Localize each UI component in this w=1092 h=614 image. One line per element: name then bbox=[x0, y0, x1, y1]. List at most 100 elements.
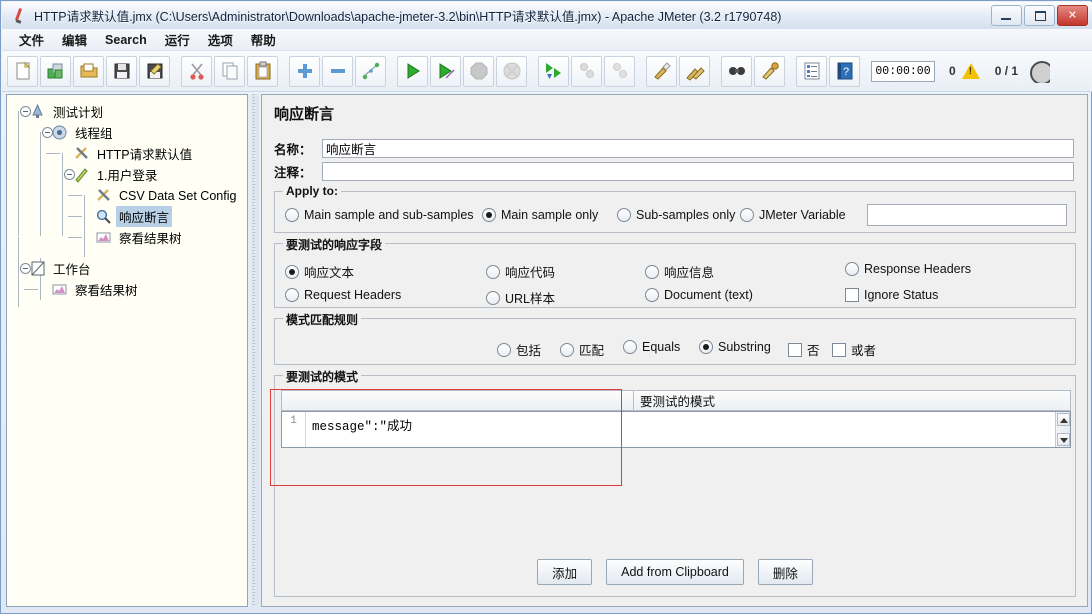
splitter-grip bbox=[252, 94, 255, 607]
radio-response-code[interactable]: 响应代码 bbox=[486, 262, 555, 281]
radio-substring[interactable]: Substring bbox=[699, 340, 771, 354]
menu-item-help[interactable]: 帮助 bbox=[242, 28, 285, 51]
shutdown-button[interactable] bbox=[496, 56, 527, 87]
close-button[interactable]: ✕ bbox=[1057, 5, 1088, 26]
radio-response-text[interactable]: 响应文本 bbox=[285, 262, 354, 281]
radio-matches[interactable]: 匹配 bbox=[560, 340, 604, 359]
templates-button[interactable] bbox=[40, 56, 71, 87]
help-button[interactable]: ? bbox=[829, 56, 860, 87]
tree-node-http-defaults[interactable]: HTTP请求默认值 bbox=[13, 143, 247, 164]
tree-node-workbench[interactable]: 工作台 bbox=[13, 258, 247, 279]
save-button[interactable] bbox=[106, 56, 137, 87]
name-input[interactable]: 响应断言 bbox=[322, 139, 1074, 158]
menu-item-file[interactable]: 文件 bbox=[10, 28, 53, 51]
radio-main-only[interactable]: Main sample only bbox=[482, 208, 598, 222]
radio-icon bbox=[645, 265, 659, 279]
add-from-clipboard-button[interactable]: Add from Clipboard bbox=[606, 559, 744, 585]
panel-splitter[interactable] bbox=[248, 94, 259, 607]
start-no-pauses-button[interactable] bbox=[430, 56, 461, 87]
assertion-icon bbox=[95, 208, 112, 225]
radio-response-message[interactable]: 响应信息 bbox=[645, 262, 714, 281]
expand-all-button[interactable] bbox=[289, 56, 320, 87]
test-plan-tree: 测试计划 线程组 HTTP请求默认值 bbox=[7, 95, 247, 300]
remote-stop-all-icon bbox=[577, 61, 597, 81]
radio-document-text[interactable]: Document (text) bbox=[645, 288, 753, 302]
remote-start-all-button[interactable] bbox=[538, 56, 569, 87]
remote-stop-all-button[interactable] bbox=[571, 56, 602, 87]
tree-node-workbench-results-tree[interactable]: 察看结果树 bbox=[13, 279, 247, 300]
tree-node-csv-config[interactable]: CSV Data Set Config bbox=[13, 185, 247, 206]
plus-icon bbox=[295, 61, 315, 81]
stop-button[interactable] bbox=[463, 56, 494, 87]
tree-node-label: CSV Data Set Config bbox=[116, 188, 239, 204]
pattern-cell-value[interactable]: message":"成功 bbox=[306, 412, 1070, 434]
tree-node-user-login[interactable]: 1.用户登录 bbox=[13, 164, 247, 185]
radio-contains[interactable]: 包括 bbox=[497, 340, 541, 359]
toggle-icon bbox=[361, 61, 381, 81]
help-icon: ? bbox=[835, 61, 855, 81]
toggle-button[interactable] bbox=[355, 56, 386, 87]
patterns-scrollbar[interactable] bbox=[1055, 412, 1070, 447]
apply-to-group: Apply to: Main sample and sub-samples Ma… bbox=[274, 191, 1076, 233]
radio-icon bbox=[285, 208, 299, 222]
radio-icon bbox=[740, 208, 754, 222]
tree-node-response-assertion[interactable]: 响应断言 bbox=[13, 206, 247, 227]
minus-icon bbox=[328, 61, 348, 81]
collapse-all-button[interactable] bbox=[322, 56, 353, 87]
open-button[interactable] bbox=[73, 56, 104, 87]
patterns-table-header: 要测试的模式 bbox=[281, 390, 1071, 411]
save-as-button[interactable] bbox=[139, 56, 170, 87]
function-helper-button[interactable] bbox=[796, 56, 827, 87]
add-button[interactable]: 添加 bbox=[537, 559, 592, 585]
checkbox-or[interactable]: 或者 bbox=[832, 340, 876, 359]
comment-input[interactable] bbox=[322, 162, 1074, 181]
tree-node-view-results-tree[interactable]: 察看结果树 bbox=[13, 227, 247, 248]
jmeter-variable-input[interactable] bbox=[867, 204, 1067, 226]
patterns-table-body[interactable]: 1 message":"成功 bbox=[281, 411, 1071, 448]
radio-icon bbox=[285, 265, 299, 279]
copy-button[interactable] bbox=[214, 56, 245, 87]
radio-sub-only[interactable]: Sub-samples only bbox=[617, 208, 735, 222]
reset-search-button[interactable] bbox=[754, 56, 785, 87]
tree-node-thread-group[interactable]: 线程组 bbox=[13, 122, 247, 143]
window-controls: ✕ bbox=[991, 5, 1088, 26]
checkbox-not[interactable]: 否 bbox=[788, 340, 820, 359]
radio-icon bbox=[285, 288, 299, 302]
warning-icon bbox=[962, 62, 981, 80]
menu-item-search[interactable]: Search bbox=[96, 31, 156, 49]
shutdown-icon bbox=[502, 61, 522, 81]
http-sampler-icon bbox=[73, 166, 90, 183]
view-results-tree-icon bbox=[51, 281, 68, 298]
menu-item-run[interactable]: 运行 bbox=[156, 28, 199, 51]
delete-button[interactable]: 删除 bbox=[758, 559, 813, 585]
paste-button[interactable] bbox=[247, 56, 278, 87]
remote-shutdown-all-button[interactable] bbox=[604, 56, 635, 87]
clear-all-button[interactable] bbox=[679, 56, 710, 87]
radio-main-and-sub[interactable]: Main sample and sub-samples bbox=[285, 208, 474, 222]
radio-jmeter-variable[interactable]: JMeter Variable bbox=[740, 208, 846, 222]
scroll-up-icon[interactable] bbox=[1057, 413, 1070, 426]
response-assertion-panel: 响应断言 名称： 响应断言 注释： Apply to: Main sample … bbox=[261, 94, 1088, 607]
clear-button[interactable] bbox=[646, 56, 677, 87]
table-row[interactable]: message":"成功 bbox=[306, 412, 1070, 447]
radio-request-headers[interactable]: Request Headers bbox=[285, 288, 401, 302]
scroll-down-icon[interactable] bbox=[1057, 433, 1070, 446]
tree-node-label: HTTP请求默认值 bbox=[94, 143, 195, 164]
menu-item-edit[interactable]: 编辑 bbox=[53, 28, 96, 51]
start-button[interactable] bbox=[397, 56, 428, 87]
radio-url-sample[interactable]: URL样本 bbox=[486, 288, 555, 307]
tree-node-test-plan[interactable]: 测试计划 bbox=[13, 101, 247, 122]
new-button[interactable] bbox=[7, 56, 38, 87]
search-button[interactable] bbox=[721, 56, 752, 87]
minimize-button[interactable] bbox=[991, 5, 1022, 26]
test-plan-tree-panel[interactable]: 测试计划 线程组 HTTP请求默认值 bbox=[6, 94, 248, 607]
radio-response-headers[interactable]: Response Headers bbox=[845, 262, 971, 276]
radio-equals[interactable]: Equals bbox=[623, 340, 680, 354]
cut-button[interactable] bbox=[181, 56, 212, 87]
option-label: Response Headers bbox=[864, 262, 971, 276]
checkbox-ignore-status[interactable]: Ignore Status bbox=[845, 288, 938, 302]
stop-icon bbox=[469, 61, 489, 81]
comment-label: 注释： bbox=[274, 162, 322, 181]
menu-item-options[interactable]: 选项 bbox=[199, 28, 242, 51]
maximize-button[interactable] bbox=[1024, 5, 1055, 26]
